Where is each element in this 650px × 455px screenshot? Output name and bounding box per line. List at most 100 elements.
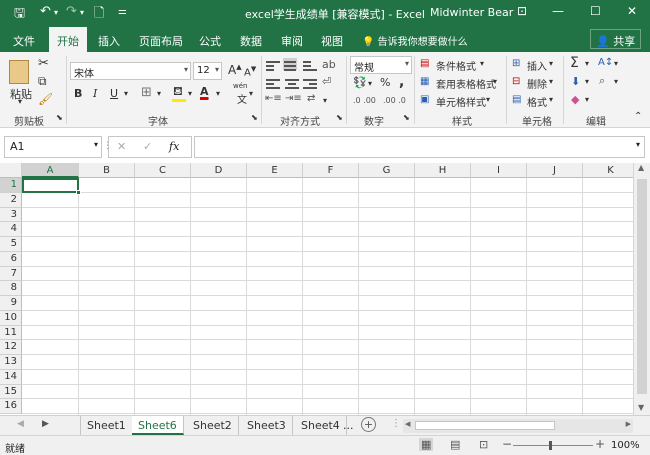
align-right-icon[interactable]: [303, 79, 317, 91]
paste-dropdown-icon[interactable]: ▾: [18, 97, 22, 106]
fill-handle[interactable]: [76, 190, 81, 195]
autosum-icon[interactable]: Σ: [570, 55, 579, 71]
add-sheet-icon[interactable]: +: [361, 417, 376, 432]
row-header[interactable]: 7: [0, 266, 22, 282]
align-middle-icon[interactable]: [283, 58, 297, 71]
increase-decimal-icon[interactable]: .0 .00: [353, 96, 376, 105]
insert-function-button[interactable]: fx: [169, 140, 179, 153]
row-header[interactable]: 13: [0, 355, 22, 370]
percent-button[interactable]: %: [380, 76, 390, 89]
sheet-tab[interactable]: Sheet2: [187, 416, 239, 435]
next-sheet-icon[interactable]: ▶: [42, 419, 49, 429]
sheet-tab[interactable]: Sheet4: [295, 416, 347, 435]
borders-icon[interactable]: ⊞: [141, 85, 152, 100]
number-format-combo[interactable]: 常规 ▾: [350, 56, 412, 74]
share-button[interactable]: 👤 共享: [590, 29, 642, 49]
column-header[interactable]: E: [247, 163, 303, 178]
chevron-down-icon[interactable]: ▾: [480, 59, 484, 68]
scroll-up-icon[interactable]: ▲: [638, 163, 644, 172]
normal-view-icon[interactable]: ▦: [419, 438, 434, 451]
cut-icon[interactable]: ✂: [38, 56, 49, 71]
fill-color-icon[interactable]: ⛾: [173, 84, 183, 100]
underline-dropdown-icon[interactable]: ▾: [124, 89, 128, 98]
column-header[interactable]: H: [415, 163, 471, 178]
formula-input[interactable]: ▾: [194, 136, 645, 158]
close-icon[interactable]: ✕: [627, 4, 637, 18]
column-header[interactable]: F: [303, 163, 359, 178]
font-color-dropdown-icon[interactable]: ▾: [216, 89, 220, 98]
clipboard-launcher-icon[interactable]: ⬊: [56, 113, 63, 122]
sheet-tab-active[interactable]: Sheet6: [132, 416, 184, 435]
tab-review[interactable]: 审阅: [281, 33, 303, 49]
tab-page-layout[interactable]: 页面布局: [139, 33, 183, 49]
row-header[interactable]: 10: [0, 310, 22, 326]
more-sheets-button[interactable]: ...: [343, 419, 354, 432]
orientation-icon[interactable]: ab: [322, 58, 336, 71]
chevron-down-icon[interactable]: ▾: [614, 59, 618, 68]
merge-dropdown-icon[interactable]: ▾: [323, 96, 327, 105]
prev-sheet-icon[interactable]: ◀: [17, 419, 24, 429]
chevron-down-icon[interactable]: ▾: [486, 95, 490, 104]
tell-me-box[interactable]: 💡 告诉我你想要做什么: [362, 33, 468, 48]
phonetic-dropdown-icon[interactable]: ▾: [249, 89, 253, 98]
scroll-down-icon[interactable]: ▼: [638, 403, 644, 412]
column-header[interactable]: B: [79, 163, 135, 178]
scroll-left-icon[interactable]: ◀: [405, 420, 410, 428]
chevron-down-icon[interactable]: ▾: [493, 77, 497, 86]
phonetic-label[interactable]: wén: [233, 82, 247, 90]
chevron-down-icon[interactable]: ▾: [585, 95, 589, 104]
worksheet-grid[interactable]: ABCDEFGHIJK 1 2 3 4 5 6 7 8 9 10 11 12 13 14 15 16 ▲ ▼: [0, 163, 650, 415]
expand-formula-icon[interactable]: ▾: [636, 140, 640, 149]
tab-insert[interactable]: 插入: [98, 33, 120, 49]
maximize-icon[interactable]: ☐: [590, 4, 601, 18]
format-cells-button[interactable]: 格式: [527, 94, 547, 109]
column-header[interactable]: G: [359, 163, 415, 178]
conditional-format-icon[interactable]: ▤: [420, 58, 429, 69]
zoom-out-icon[interactable]: −: [502, 437, 512, 451]
bold-button[interactable]: B: [74, 87, 82, 100]
cell-styles-icon[interactable]: ▣: [420, 94, 429, 105]
row-header[interactable]: 16: [0, 399, 22, 414]
selected-cell[interactable]: [22, 178, 79, 193]
merge-center-icon[interactable]: ⇄: [307, 93, 315, 104]
copy-icon[interactable]: ⧉: [38, 74, 47, 89]
zoom-slider[interactable]: [513, 445, 593, 446]
sort-filter-icon[interactable]: A↕: [598, 57, 613, 68]
redo-dropdown-icon[interactable]: ▾: [80, 8, 84, 17]
alignment-launcher-icon[interactable]: ⬊: [336, 113, 343, 122]
increase-indent-icon[interactable]: ⇥≡: [285, 93, 302, 104]
column-header[interactable]: C: [135, 163, 191, 178]
underline-button[interactable]: U: [110, 87, 118, 100]
scroll-thumb[interactable]: [637, 179, 647, 394]
paste-icon[interactable]: [9, 60, 29, 84]
chevron-down-icon[interactable]: ▾: [614, 77, 618, 86]
currency-icon[interactable]: 💱: [353, 76, 367, 89]
splitter-icon[interactable]: ⋮: [391, 418, 401, 429]
align-top-icon[interactable]: [266, 61, 280, 73]
sheet-tab[interactable]: Sheet3: [241, 416, 293, 435]
page-break-view-icon[interactable]: ⊡: [479, 438, 488, 451]
chevron-down-icon[interactable]: ▾: [549, 59, 553, 68]
sheet-tab[interactable]: Sheet1: [80, 416, 133, 435]
tab-data[interactable]: 数据: [240, 33, 262, 49]
font-name-combo[interactable]: 宋体 ▾: [70, 62, 191, 80]
chevron-down-icon[interactable]: ▾: [585, 77, 589, 86]
column-header[interactable]: A: [22, 163, 79, 178]
enter-icon[interactable]: ✓: [143, 140, 152, 153]
select-all-corner[interactable]: [0, 163, 22, 178]
row-header[interactable]: 15: [0, 384, 22, 400]
tab-file[interactable]: 文件: [13, 33, 35, 49]
format-table-button[interactable]: 套用表格格式: [436, 76, 496, 91]
row-header[interactable]: 14: [0, 369, 22, 385]
conditional-format-button[interactable]: 条件格式: [436, 58, 476, 73]
user-name[interactable]: Midwinter Bear: [430, 6, 513, 19]
format-painter-icon[interactable]: 🖌: [38, 92, 53, 106]
row-header[interactable]: 2: [0, 192, 22, 208]
fill-dropdown-icon[interactable]: ▾: [188, 89, 192, 98]
phonetic-icon[interactable]: 文: [237, 91, 247, 106]
wrap-text-icon[interactable]: ⏎: [322, 75, 331, 88]
scroll-right-icon[interactable]: ▶: [626, 420, 631, 428]
ribbon-display-icon[interactable]: ⊡: [517, 4, 527, 18]
decrease-font-icon[interactable]: A▼: [244, 65, 256, 78]
currency-dropdown-icon[interactable]: ▾: [368, 79, 372, 88]
